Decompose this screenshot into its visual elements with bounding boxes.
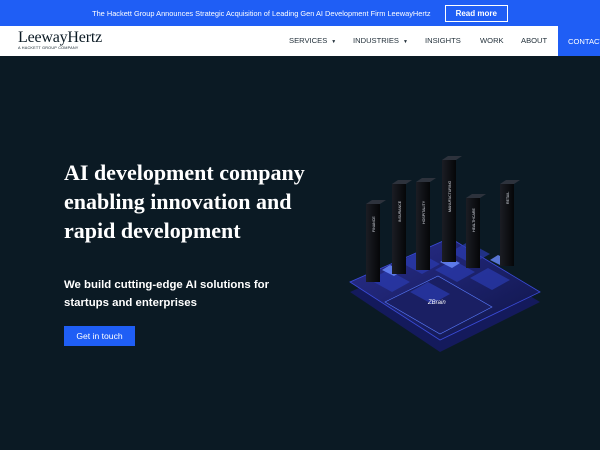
site-header: LeewayHertz A HACKETT GROUP COMPANY SERV… [0, 26, 600, 56]
bar-label: HOSPITALITY [422, 200, 426, 224]
hero-subtitle: We build cutting-edge AI solutions for s… [64, 279, 270, 309]
hero-section: AI development company enabling innovati… [0, 56, 600, 450]
read-more-button[interactable]: Read more [444, 4, 508, 22]
get-in-touch-button[interactable]: Get in touch [64, 326, 135, 346]
bar-label: HEALTHCARE [472, 208, 476, 232]
nav-item-label: WORK [480, 36, 504, 45]
nav-item-label: ABOUT [521, 36, 548, 45]
nav-item-label: INDUSTRIES [353, 36, 399, 45]
bar-label: FINANCE [372, 216, 376, 232]
base-label: ZBrain [427, 300, 446, 306]
logo-name: LeewayHertz [18, 29, 102, 46]
nav-item-industries[interactable]: INDUSTRIES ▼ [353, 36, 408, 45]
hero-title: AI development company enabling innovati… [64, 160, 305, 243]
nav-item-services[interactable]: SERVICES ▼ [289, 36, 336, 45]
industry-chip-illustration: ZBrain FINANCE INSURANCE HOSPITALITY MAN… [349, 156, 541, 352]
nav-item-insights[interactable]: INSIGHTS [425, 36, 461, 45]
nav-item-about[interactable]: ABOUT [521, 36, 547, 45]
bar-label: RETAIL [506, 192, 510, 204]
nav-item-label: SERVICES [289, 36, 328, 45]
chevron-down-icon: ▼ [403, 39, 408, 45]
chevron-down-icon: ▼ [331, 39, 337, 45]
announcement-bar: The Hackett Group Announces Strategic Ac… [0, 0, 600, 26]
nav-item-label: INSIGHTS [425, 36, 461, 45]
bar-label: INSURANCE [398, 200, 402, 222]
logo[interactable]: LeewayHertz A HACKETT GROUP COMPANY [18, 29, 102, 50]
announcement-text: The Hackett Group Announces Strategic Ac… [92, 8, 431, 18]
bar-label: MANUFACTURING [448, 180, 452, 212]
nav-item-work[interactable]: WORK [480, 36, 504, 45]
contact-button[interactable]: CONTACT [558, 26, 600, 56]
industry-bar-retail: RETAIL [500, 180, 520, 266]
